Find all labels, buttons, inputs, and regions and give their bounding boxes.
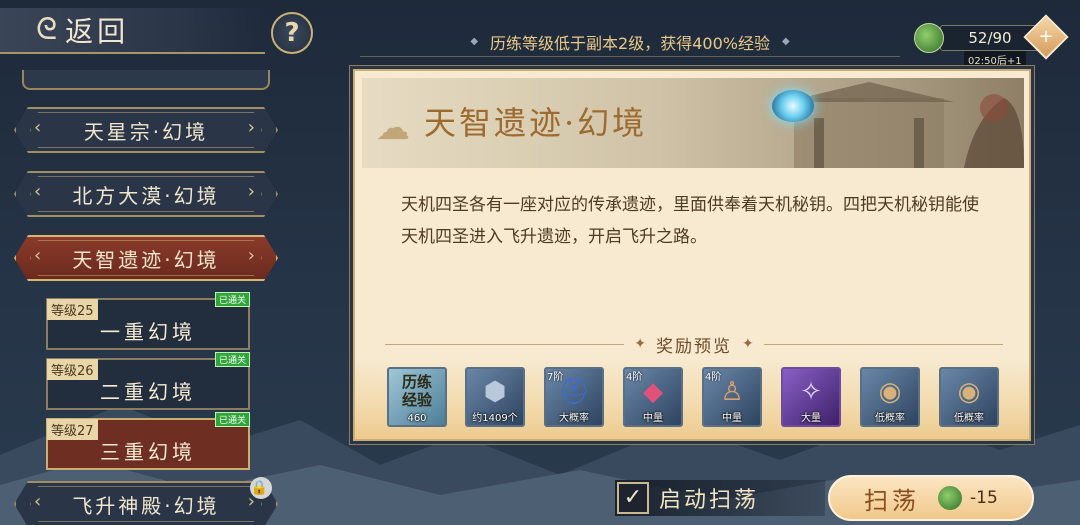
reward-qty: 约1409个 xyxy=(472,413,518,424)
sweep-label: 扫荡 xyxy=(864,486,920,515)
reward-area xyxy=(355,359,1029,439)
amulet-icon: ◉ xyxy=(957,377,981,407)
reward-figure[interactable]: 4阶 ♙ 中量 xyxy=(702,367,762,427)
reward-gem[interactable]: 4阶 ◆ 中量 xyxy=(623,367,683,427)
passed-badge: 已通关 xyxy=(214,292,250,307)
helmet-icon: ⛑ xyxy=(557,377,591,407)
temple-illustration xyxy=(784,82,1024,168)
dungeon-item-beifang[interactable]: ‹ 北方大漠·幻境 › xyxy=(14,171,278,217)
dungeon-banner: ☁ 天智遗迹·幻境 xyxy=(362,78,1024,168)
chevron-right-icon: › xyxy=(247,245,258,266)
stamina-orb-icon xyxy=(938,486,962,510)
chevron-left-icon: ‹ xyxy=(34,181,45,202)
checkbox-checked-icon[interactable]: ✓ xyxy=(617,482,649,514)
reward-amulet-1[interactable]: ◉ 低概率 xyxy=(860,367,920,427)
reward-exp[interactable]: 历练 经验 460 xyxy=(387,367,447,427)
chevron-left-icon: ‹ xyxy=(34,117,45,138)
ore-icon: ⬢ xyxy=(483,377,507,407)
exp-notice: ◆ 历练等级低于副本2级，获得400%经验 ◆ xyxy=(360,27,900,57)
list-scroll-edge xyxy=(22,70,270,90)
reward-qty: 低概率 xyxy=(875,413,905,424)
back-button[interactable]: ᘓ 返回 xyxy=(0,8,265,54)
dungeon-item-tianzhi[interactable]: ‹ 天智遗迹·幻境 › xyxy=(14,235,278,281)
reward-qty: 低概率 xyxy=(954,413,984,424)
sparkle-icon: ✦ xyxy=(742,336,754,352)
level-name: 二重幻境 xyxy=(100,380,196,404)
help-button[interactable]: ? xyxy=(271,12,313,54)
notice-text: 历练等级低于副本2级，获得400%经验 xyxy=(490,33,770,53)
gem-icon: ◆ xyxy=(643,377,663,407)
add-stamina-button[interactable]: + xyxy=(1023,14,1069,60)
lock-icon: 🔒 xyxy=(250,477,272,499)
panel-title: 天智遗迹·幻境 xyxy=(424,104,648,142)
level-name: 一重幻境 xyxy=(100,320,196,344)
portal-icon xyxy=(772,90,814,122)
reward-title: 奖励预览 xyxy=(656,336,732,357)
stamina-timer: 02:50后+1 xyxy=(964,51,1026,68)
dungeon-description: 天机四圣各有一座对应的传承遗迹，里面供奉着天机秘钥。四把天机秘钥能使天机四圣进入… xyxy=(401,195,979,247)
dungeon-item-tianxing[interactable]: ‹ 天星宗·幻境 › xyxy=(14,107,278,153)
dungeon-item-feisheng[interactable]: ‹ 飞升神殿·幻境 › 🔒 xyxy=(14,477,278,525)
dungeon-name: 飞升神殿·幻境 xyxy=(72,493,220,518)
passed-badge: 已通关 xyxy=(214,352,250,367)
level-item-3[interactable]: 等级27 已通关 三重幻境 xyxy=(46,412,250,470)
passed-badge: 已通关 xyxy=(214,412,250,427)
plus-icon: + xyxy=(1038,26,1054,47)
chevron-left-icon: ‹ xyxy=(34,491,45,512)
diamond-left-icon: ◆ xyxy=(470,36,479,47)
back-label: 返回 xyxy=(65,15,130,48)
diamond-right-icon: ◆ xyxy=(781,36,790,47)
figure-icon: ♙ xyxy=(720,377,744,407)
reward-ore[interactable]: ⬢ 约1409个 xyxy=(465,367,525,427)
chevron-left-icon: ‹ xyxy=(34,245,45,266)
sparkle-icon: ✦ xyxy=(634,336,646,352)
cloud-ornament-icon: ☁ xyxy=(376,108,410,148)
reward-qty: 大概率 xyxy=(559,413,589,424)
exp-icon: 历练 经验 xyxy=(401,373,432,409)
level-item-2[interactable]: 等级26 已通关 二重幻境 xyxy=(46,352,250,410)
level-item-1[interactable]: 等级25 已通关 一重幻境 xyxy=(46,292,250,350)
reward-crystal[interactable]: ✧ 大量 xyxy=(781,367,841,427)
auto-sweep-toggle[interactable]: ✓ 启动扫荡 xyxy=(615,480,825,516)
auto-sweep-label: 启动扫荡 xyxy=(659,488,760,513)
dungeon-name: 天星宗·幻境 xyxy=(83,119,209,144)
sweep-button[interactable]: 扫荡 -15 xyxy=(828,475,1034,521)
stamina-orb-icon xyxy=(914,23,944,53)
back-swirl-icon: ᘓ xyxy=(36,12,58,47)
chevron-right-icon: › xyxy=(247,181,258,202)
reward-amulet-2[interactable]: ◉ 低概率 xyxy=(939,367,999,427)
crystal-icon: ✧ xyxy=(800,377,822,407)
reward-helmet[interactable]: 7阶 ⛑ 大概率 xyxy=(544,367,604,427)
dungeon-detail-panel: ☁ 天智遗迹·幻境 天机四圣各有一座对应的传承遗迹，里面供奉着天机秘钥。四把天机… xyxy=(353,69,1031,441)
reward-qty: 大量 xyxy=(801,413,821,424)
amulet-icon: ◉ xyxy=(878,377,902,407)
sweep-cost: -15 xyxy=(970,488,998,508)
stamina-display: 52/90 + 02:50后+1 xyxy=(912,14,1072,68)
reward-qty: 中量 xyxy=(722,413,742,424)
level-name: 三重幻境 xyxy=(100,440,196,464)
dungeon-name: 天智遗迹·幻境 xyxy=(72,247,220,272)
chevron-right-icon: › xyxy=(247,117,258,138)
reward-qty: 中量 xyxy=(643,413,663,424)
reward-qty: 460 xyxy=(407,413,427,424)
reward-preview-header: ✦ 奖励预览 ✦ xyxy=(385,333,1003,357)
dungeon-name: 北方大漠·幻境 xyxy=(72,183,220,208)
